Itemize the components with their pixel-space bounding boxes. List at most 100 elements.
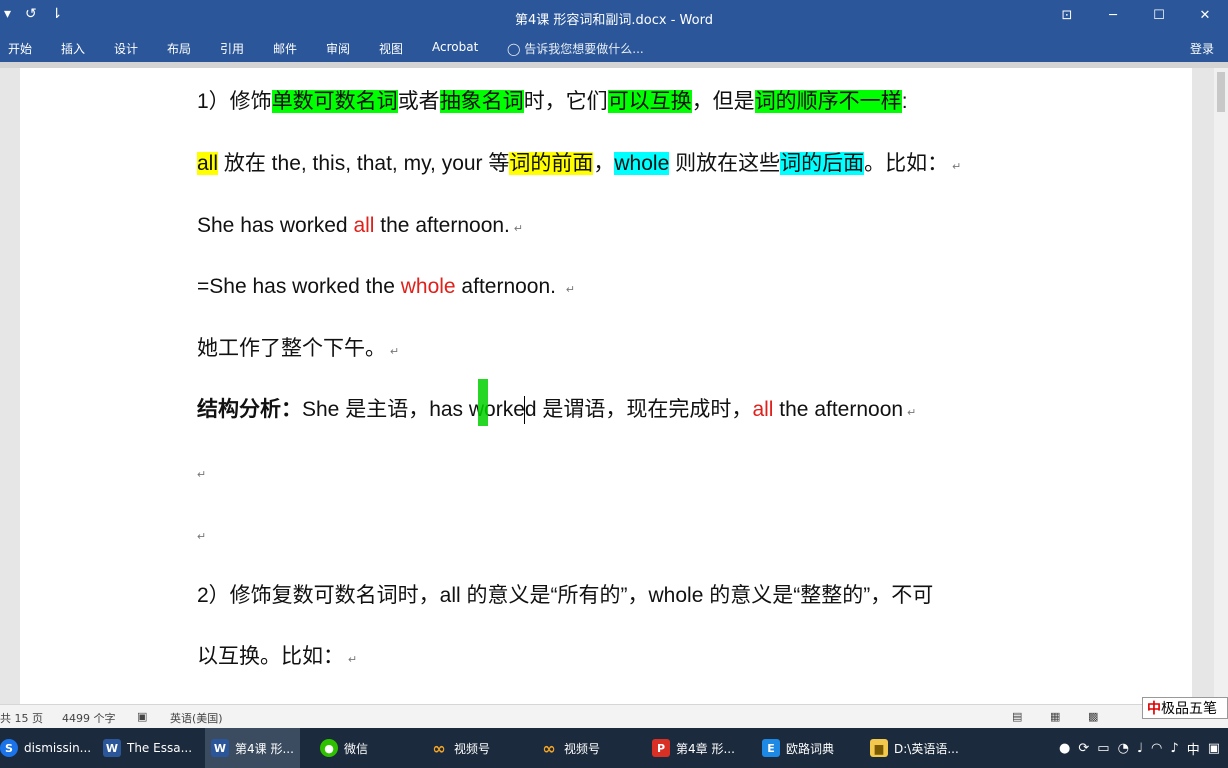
- print-layout-icon[interactable]: ▦: [1050, 710, 1060, 723]
- taskbar-label: 微信: [344, 741, 369, 756]
- ribbon-tabs: 开始 插入 设计 布局 引用 邮件 审阅 视图 Acrobat ◯ 告诉我您想要…: [0, 32, 1228, 62]
- wifi-icon[interactable]: ◠: [1151, 741, 1162, 756]
- tell-me-label: 告诉我您想要做什么...: [524, 42, 644, 56]
- language-indicator[interactable]: 英语(美国): [170, 710, 223, 726]
- tab-view[interactable]: 视图: [379, 40, 403, 57]
- tab-review[interactable]: 审阅: [326, 40, 350, 57]
- paragraph-mark: ↵: [565, 284, 576, 296]
- scrollbar-thumb[interactable]: [1217, 72, 1225, 112]
- paragraph-3[interactable]: She has worked all the afternoon. ↵: [197, 206, 523, 249]
- word-icon: W: [103, 739, 121, 757]
- ime-label: 极品五笔: [1161, 701, 1217, 717]
- highlighted-text: 词的后面: [780, 152, 865, 175]
- text-run: She has worked: [197, 214, 354, 237]
- tab-insert[interactable]: 插入: [61, 40, 85, 57]
- channels-icon: ∞: [432, 738, 446, 758]
- window-controls: ⊡ ─ ☐ ✕: [1044, 0, 1228, 32]
- taskbar-item[interactable]: E 欧路词典: [762, 728, 834, 768]
- red-text: all: [353, 214, 375, 237]
- paragraph-7[interactable]: ↵: [197, 452, 206, 495]
- text-run: ，但是: [691, 90, 755, 113]
- tab-references[interactable]: 引用: [220, 40, 244, 57]
- sync-tray-icon[interactable]: ⟳: [1078, 741, 1089, 756]
- text-run: 2）修饰复数可数名词时，all 的意义是“所有的”，whole 的意义是“整整的…: [197, 584, 934, 607]
- paragraph-10[interactable]: 以互换。比如： ↵: [197, 637, 357, 680]
- paragraph-2[interactable]: all 放在 the, this, that, my, your 等词的前面，w…: [197, 144, 961, 187]
- text-run: 以互换。比如：: [197, 645, 344, 668]
- title-bar: ▾ ↺ ⇂ 第4课 形容词和副词.docx - Word ⊡ ─ ☐ ✕: [0, 0, 1228, 32]
- taskbar-label: D:\英语语...: [894, 741, 959, 756]
- text-run: 时，它们: [523, 90, 608, 113]
- wechat-tray-icon[interactable]: ●: [1059, 741, 1070, 756]
- taskbar-label: 视频号: [454, 741, 491, 756]
- text-run: She 是主语，has worked 是谓语，现在完成时，: [302, 398, 753, 421]
- battery-icon[interactable]: ▭: [1097, 741, 1109, 756]
- tab-home[interactable]: 开始: [8, 40, 32, 57]
- paragraph-5[interactable]: 她工作了整个下午。 ↵: [197, 329, 399, 372]
- tab-mailings[interactable]: 邮件: [273, 40, 297, 57]
- paragraph-1[interactable]: 1）修饰单数可数名词或者抽象名词时，它们可以互换，但是词的顺序不一样:: [197, 82, 908, 122]
- paragraph-4[interactable]: =She has worked the whole afternoon. ↵: [197, 267, 575, 310]
- ime-mode-icon: 中: [1147, 701, 1161, 717]
- proofing-icon[interactable]: ▣: [137, 710, 147, 723]
- input-language[interactable]: 中: [1187, 739, 1200, 758]
- ime-status-bar[interactable]: 中极品五笔: [1142, 697, 1228, 719]
- status-bar: 共 15 页 4499 个字 ▣ 英语(美国) ▤ ▦ ▩: [0, 704, 1228, 729]
- browser-icon: S: [0, 739, 18, 757]
- web-layout-icon[interactable]: ▩: [1088, 710, 1098, 723]
- taskbar-item[interactable]: S dismissin...: [0, 728, 91, 768]
- paragraph-8[interactable]: ↵: [197, 514, 206, 557]
- highlighted-text: 单数可数名词: [271, 90, 398, 113]
- text-run: afternoon.: [455, 275, 562, 298]
- page-count[interactable]: 共 15 页: [0, 710, 43, 726]
- highlighted-text: 可以互换: [607, 90, 692, 113]
- taskbar-item[interactable]: ● 微信: [320, 728, 368, 768]
- maximize-button[interactable]: ☐: [1136, 0, 1182, 32]
- word-count[interactable]: 4499 个字: [62, 710, 116, 726]
- taskbar: S dismissin... W The Essa... W 第4课 形... …: [0, 728, 1228, 768]
- paragraph-9[interactable]: 2）修饰复数可数名词时，all 的意义是“所有的”，whole 的意义是“整整的…: [197, 576, 933, 616]
- taskbar-item[interactable]: P 第4章 形...: [652, 728, 735, 768]
- notification-icon[interactable]: ▣: [1208, 741, 1220, 756]
- taskbar-label: 第4课 形...: [235, 741, 294, 756]
- ribbon-display-options-icon[interactable]: ⊡: [1044, 0, 1090, 32]
- text-run: the afternoon.: [374, 214, 510, 237]
- taskbar-label: 第4章 形...: [676, 741, 735, 756]
- paragraph-mark: ↵: [952, 161, 962, 173]
- tab-layout[interactable]: 布局: [167, 40, 191, 57]
- taskbar-label: 视频号: [564, 741, 601, 756]
- paragraph-mark: ↵: [907, 407, 917, 419]
- tell-me-search[interactable]: ◯ 告诉我您想要做什么...: [507, 40, 644, 57]
- volume-icon[interactable]: ♪: [1170, 741, 1178, 756]
- microphone-icon[interactable]: ♩: [1137, 741, 1143, 756]
- taskbar-item[interactable]: W The Essa...: [103, 728, 192, 768]
- minimize-button[interactable]: ─: [1090, 0, 1136, 32]
- folder-icon: ▆: [870, 739, 888, 757]
- text-run: :: [901, 90, 908, 113]
- vertical-scrollbar[interactable]: [1214, 68, 1228, 704]
- paragraph-mark: ↵: [348, 654, 358, 666]
- sign-in-button[interactable]: 登录: [1190, 40, 1214, 57]
- green-text-cursor-marker: [478, 379, 488, 426]
- highlighted-text: 词的顺序不一样: [754, 90, 902, 113]
- taskbar-item-active[interactable]: W 第4课 形...: [205, 728, 300, 768]
- taskbar-item[interactable]: ∞ 视频号: [430, 728, 490, 768]
- close-button[interactable]: ✕: [1182, 0, 1228, 32]
- taskbar-item[interactable]: ▆ D:\英语语...: [870, 728, 959, 768]
- lightbulb-icon: ◯: [507, 42, 525, 56]
- text-cursor: [524, 396, 525, 424]
- bold-label: 结构分析：: [197, 398, 302, 421]
- pdf-icon: P: [652, 739, 670, 757]
- channels-icon: ∞: [542, 738, 556, 758]
- read-mode-icon[interactable]: ▤: [1012, 710, 1022, 723]
- text-run: 放在 the, this, that, my, your 等: [218, 152, 510, 175]
- paragraph-mark: ↵: [197, 531, 207, 543]
- tab-acrobat[interactable]: Acrobat: [432, 40, 478, 54]
- taskbar-item[interactable]: ∞ 视频号: [540, 728, 600, 768]
- paragraph-6[interactable]: 结构分析：She 是主语，has worked 是谓语，现在完成时，all th…: [197, 390, 916, 433]
- text-run: 或者: [397, 90, 440, 113]
- text-run: =She has worked the: [197, 275, 401, 298]
- network-icon[interactable]: ◔: [1118, 741, 1129, 756]
- dictionary-icon: E: [762, 739, 780, 757]
- tab-design[interactable]: 设计: [114, 40, 138, 57]
